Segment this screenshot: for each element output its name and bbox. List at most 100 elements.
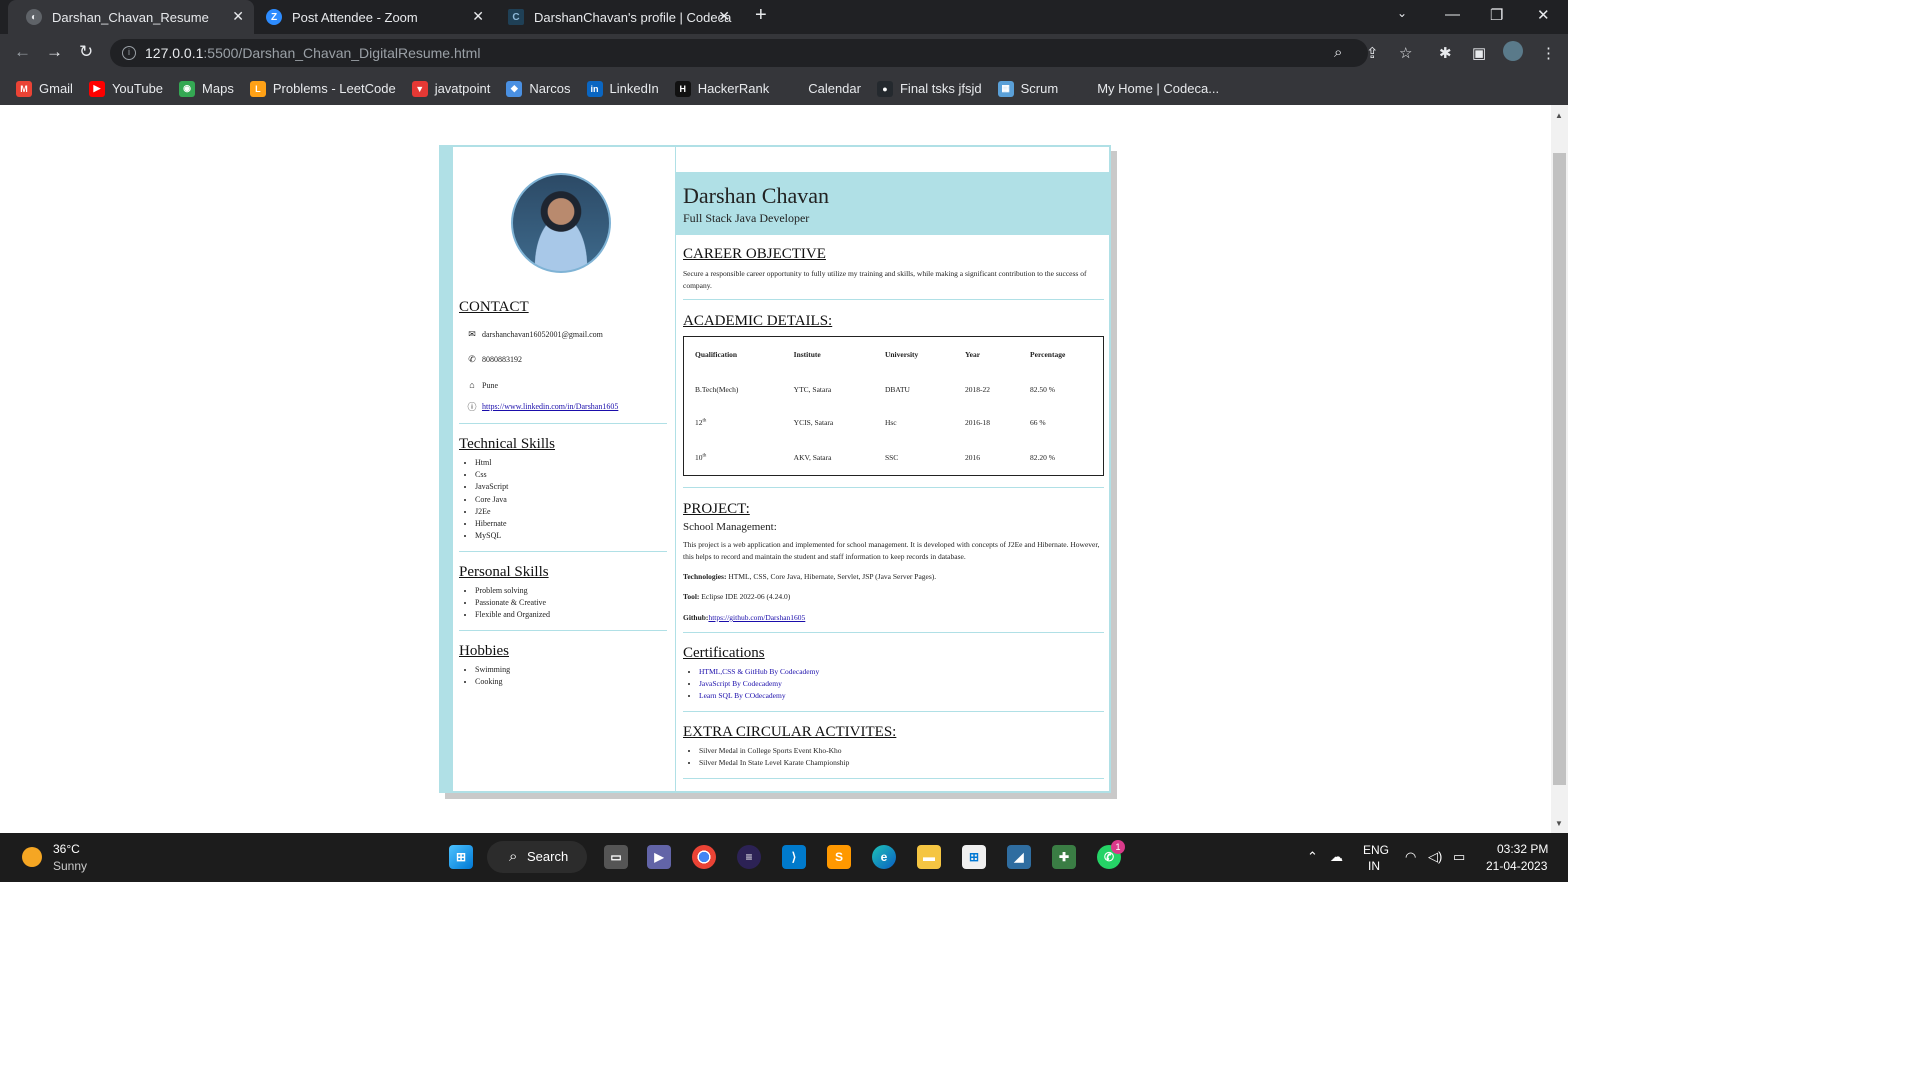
- onedrive-icon[interactable]: ☁: [1330, 849, 1343, 865]
- bookmark-item[interactable]: M Gmail: [16, 80, 73, 97]
- teams-icon[interactable]: ▶: [647, 845, 671, 869]
- battery-icon[interactable]: ▭: [1453, 849, 1465, 865]
- bookmark-item[interactable]: ◉ Maps: [179, 80, 234, 97]
- certification-link[interactable]: JavaScript By Codecademy: [699, 679, 782, 688]
- bookmark-item[interactable]: H HackerRank: [674, 80, 770, 97]
- sun-icon[interactable]: [22, 847, 42, 867]
- bookmark-item[interactable]: ▼ javatpoint: [411, 80, 490, 97]
- windows-start-icon[interactable]: ⊞: [449, 845, 473, 869]
- tab-bar: ◐ Darshan_Chavan_Resume ✕ Z Post Attende…: [0, 0, 1568, 34]
- candidate-name: Darshan Chavan: [683, 183, 830, 208]
- bookmark-item[interactable]: in LinkedIn: [586, 80, 659, 97]
- list-item: HTML,CSS & GitHub By Codecademy: [699, 666, 819, 678]
- tab-search-icon[interactable]: ⌄: [1397, 6, 1407, 20]
- table-cell: 2016-18: [965, 418, 991, 428]
- bookmark-item[interactable]: Calendar: [785, 80, 861, 97]
- hobbies-list: SwimmingCooking: [475, 664, 510, 688]
- bookmark-item[interactable]: ▶ YouTube: [88, 80, 163, 97]
- divider: [459, 423, 667, 424]
- mysql-workbench-icon[interactable]: ◢: [1007, 845, 1031, 869]
- close-tab-icon[interactable]: ✕: [472, 8, 484, 25]
- tab-title: DarshanChavan's profile | Codeca: [534, 9, 732, 25]
- notification-badge: 1: [1111, 840, 1125, 854]
- bookmark-icon: H: [674, 80, 691, 97]
- personal-skills-list: Problem solvingPassionate & CreativeFlex…: [475, 585, 550, 622]
- file-explorer-icon[interactable]: ▬: [917, 845, 941, 869]
- edge-icon[interactable]: e: [872, 845, 896, 869]
- career-objective-heading: CAREER OBJECTIVE: [683, 246, 826, 262]
- show-hidden-icons-icon[interactable]: ⌃: [1307, 849, 1318, 865]
- bookmark-label: Narcos: [529, 81, 571, 96]
- share-icon[interactable]: ⇪: [1366, 44, 1379, 62]
- project-technologies: Technologies: HTML, CSS, Core Java, Hibe…: [683, 572, 937, 581]
- resume-card: CONTACT ✉ darshanchavan16052001@gmail.co…: [439, 145, 1111, 793]
- certification-link[interactable]: Learn SQL By COdecademy: [699, 691, 786, 700]
- language-region[interactable]: IN: [1368, 859, 1380, 873]
- list-item: Swimming: [475, 664, 510, 676]
- zoom-lens-icon[interactable]: ⌕: [1334, 44, 1342, 61]
- bookmark-item[interactable]: ● Final tsks jfsjd: [876, 80, 982, 97]
- tab-resume[interactable]: ◐ Darshan_Chavan_Resume ✕: [8, 0, 254, 34]
- table-row: B.Tech(Mech) YTC, Satara DBATU 2018-22 82.50…: [684, 372, 1104, 406]
- address-bar[interactable]: i 127.0.0.1:5500/Darshan_Chavan_DigitalR…: [110, 39, 1368, 67]
- eclipse-icon[interactable]: ≡: [737, 845, 761, 869]
- chrome-icon[interactable]: [692, 845, 716, 869]
- table-cell: YCIS, Satara: [793, 418, 834, 428]
- wifi-icon[interactable]: ◠: [1405, 849, 1416, 865]
- reload-icon[interactable]: ↻: [79, 42, 93, 62]
- divider: [683, 299, 1104, 300]
- table-cell: 82.50 %: [1030, 384, 1056, 394]
- close-window-icon[interactable]: ✕: [1537, 6, 1550, 24]
- table-cell: 66 %: [1030, 418, 1046, 428]
- profile-avatar[interactable]: [1503, 41, 1523, 61]
- tab-zoom[interactable]: Z Post Attendee - Zoom ✕: [248, 0, 494, 34]
- minimize-icon[interactable]: —: [1445, 6, 1460, 23]
- bookmark-star-icon[interactable]: ☆: [1399, 44, 1412, 62]
- app-icon[interactable]: ✚: [1052, 845, 1076, 869]
- bookmark-item[interactable]: ◆ Narcos: [506, 80, 571, 97]
- certifications-heading: Certifications: [683, 645, 765, 661]
- extensions-icon[interactable]: ✱: [1439, 44, 1452, 62]
- clock-time[interactable]: 03:32 PM: [1497, 842, 1548, 856]
- table-cell: SSC: [884, 452, 899, 462]
- restore-icon[interactable]: ❐: [1490, 6, 1503, 24]
- scroll-up-icon[interactable]: ▲: [1555, 111, 1563, 120]
- page-scrollbar[interactable]: ▲ ▼: [1551, 105, 1568, 833]
- new-tab-icon[interactable]: +: [755, 4, 767, 27]
- sublime-icon[interactable]: S: [827, 845, 851, 869]
- back-icon[interactable]: ←: [14, 42, 31, 62]
- language-primary[interactable]: ENG: [1363, 843, 1389, 857]
- github-link[interactable]: https://github.com/Darshan1605: [708, 613, 805, 622]
- site-info-icon[interactable]: i: [122, 46, 136, 60]
- clock-date[interactable]: 21-04-2023: [1486, 859, 1547, 873]
- table-header-row: Qualification Institute University Year Perc…: [684, 337, 1104, 373]
- scroll-down-icon[interactable]: ▼: [1555, 819, 1563, 828]
- taskbar-search[interactable]: ⌕ Search: [487, 841, 587, 873]
- table-cell: YTC, Satara: [793, 384, 832, 394]
- bookmark-label: HackerRank: [697, 81, 770, 96]
- list-item: JavaScript: [475, 481, 508, 493]
- linkedin-link[interactable]: https://www.linkedin.com/in/Darshan1605: [482, 402, 618, 411]
- zoom-icon: Z: [266, 9, 282, 25]
- scroll-thumb[interactable]: [1553, 153, 1566, 785]
- forward-icon[interactable]: →: [46, 42, 63, 62]
- list-item: Core Java: [475, 494, 508, 506]
- bookmark-item[interactable]: My Home | Codeca...: [1074, 80, 1219, 97]
- resume-main: Darshan Chavan Full Stack Java Developer…: [676, 147, 1109, 791]
- vscode-icon[interactable]: ⟩: [782, 845, 806, 869]
- bookmark-icon: ▦: [997, 80, 1014, 97]
- tab-codecademy[interactable]: C DarshanChavan's profile | Codeca ✕: [490, 0, 740, 34]
- side-panel-icon[interactable]: ▣: [1472, 44, 1486, 62]
- volume-icon[interactable]: ◁): [1428, 849, 1442, 865]
- certification-link[interactable]: HTML,CSS & GitHub By Codecademy: [699, 667, 819, 676]
- task-view-icon[interactable]: ▭: [604, 845, 628, 869]
- bookmark-item[interactable]: ▦ Scrum: [997, 80, 1058, 97]
- home-icon: ⌂: [469, 380, 475, 390]
- divider: [683, 487, 1104, 488]
- store-icon[interactable]: ⊞: [962, 845, 986, 869]
- close-tab-icon[interactable]: ✕: [232, 8, 244, 25]
- contact-phone: ✆ 8080883192: [466, 354, 522, 365]
- bookmark-item[interactable]: L Problems - LeetCode: [249, 80, 396, 97]
- menu-icon[interactable]: ⋮: [1541, 44, 1556, 62]
- close-tab-icon[interactable]: ✕: [718, 8, 730, 25]
